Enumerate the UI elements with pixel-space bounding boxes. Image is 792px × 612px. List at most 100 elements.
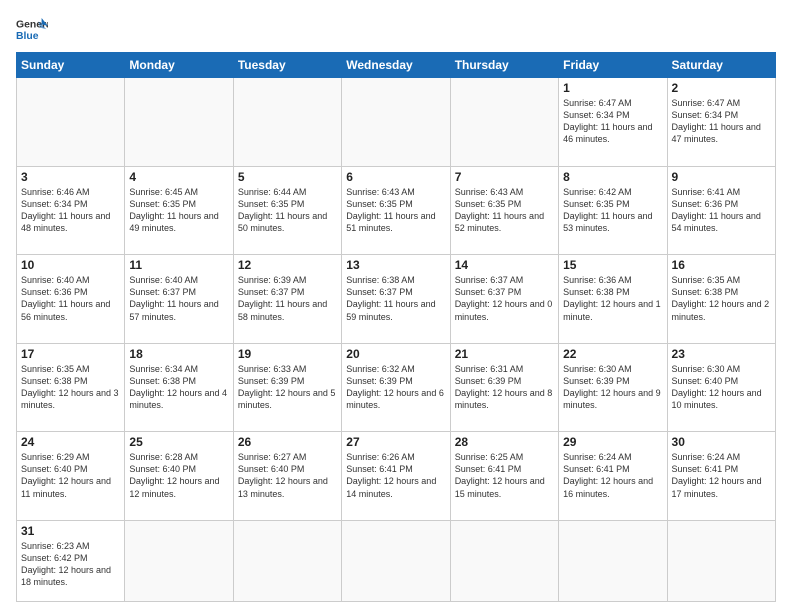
day-info: Sunrise: 6:30 AM Sunset: 6:40 PM Dayligh… — [672, 363, 771, 412]
week-row-4: 17Sunrise: 6:35 AM Sunset: 6:38 PM Dayli… — [17, 343, 776, 432]
day-info: Sunrise: 6:29 AM Sunset: 6:40 PM Dayligh… — [21, 451, 120, 500]
calendar-cell: 3 Sunrise: 6:46 AM Sunset: 6:34 PM Daylig… — [17, 166, 125, 255]
calendar-cell: 2 Sunrise: 6:47 AM Sunset: 6:34 PM Daylig… — [667, 78, 775, 167]
page: General Blue SundayMondayTuesdayWednesda… — [0, 0, 792, 612]
day-number: 20 — [346, 347, 445, 361]
calendar-cell: 17Sunrise: 6:35 AM Sunset: 6:38 PM Dayli… — [17, 343, 125, 432]
calendar-cell: 28Sunrise: 6:25 AM Sunset: 6:41 PM Dayli… — [450, 432, 558, 521]
day-info: Sunrise: 6:30 AM Sunset: 6:39 PM Dayligh… — [563, 363, 662, 412]
day-number: 31 — [21, 524, 120, 538]
calendar-cell — [125, 520, 233, 601]
weekday-header-wednesday: Wednesday — [342, 53, 450, 78]
calendar-cell: 19 Sunrise: 6:33 AM Sunset: 6:39 PM Dayli… — [233, 343, 341, 432]
svg-text:Blue: Blue — [16, 31, 39, 42]
day-info: Sunrise: 6:25 AM Sunset: 6:41 PM Dayligh… — [455, 451, 554, 500]
day-info: Sunrise: 6:27 AM Sunset: 6:40 PM Dayligh… — [238, 451, 337, 500]
calendar-cell: 12 Sunrise: 6:39 AM Sunset: 6:37 PM Dayli… — [233, 255, 341, 344]
calendar-cell: 31 Sunrise: 6:23 AM Sunset: 6:42 PM Dayli… — [17, 520, 125, 601]
calendar-cell: 4 Sunrise: 6:45 AM Sunset: 6:35 PM Daylig… — [125, 166, 233, 255]
calendar-cell — [125, 78, 233, 167]
day-info: Sunrise: 6:32 AM Sunset: 6:39 PM Dayligh… — [346, 363, 445, 412]
day-info: Sunrise: 6:40 AM Sunset: 6:36 PM Dayligh… — [21, 274, 120, 323]
day-info: Sunrise: 6:35 AM Sunset: 6:38 PM Dayligh… — [672, 274, 771, 323]
day-number: 22 — [563, 347, 662, 361]
day-info: Sunrise: 6:46 AM Sunset: 6:34 PM Dayligh… — [21, 186, 120, 235]
calendar-cell — [342, 78, 450, 167]
day-info: Sunrise: 6:37 AM Sunset: 6:37 PM Dayligh… — [455, 274, 554, 323]
day-number: 1 — [563, 81, 662, 95]
calendar-cell — [233, 520, 341, 601]
day-number: 19 — [238, 347, 337, 361]
day-info: Sunrise: 6:47 AM Sunset: 6:34 PM Dayligh… — [563, 97, 662, 146]
weekday-header-row: SundayMondayTuesdayWednesdayThursdayFrid… — [17, 53, 776, 78]
day-info: Sunrise: 6:41 AM Sunset: 6:36 PM Dayligh… — [672, 186, 771, 235]
day-info: Sunrise: 6:44 AM Sunset: 6:35 PM Dayligh… — [238, 186, 337, 235]
day-number: 10 — [21, 258, 120, 272]
calendar-cell — [559, 520, 667, 601]
day-number: 11 — [129, 258, 228, 272]
day-info: Sunrise: 6:36 AM Sunset: 6:38 PM Dayligh… — [563, 274, 662, 323]
day-info: Sunrise: 6:38 AM Sunset: 6:37 PM Dayligh… — [346, 274, 445, 323]
day-number: 24 — [21, 435, 120, 449]
calendar-cell: 9Sunrise: 6:41 AM Sunset: 6:36 PM Daylig… — [667, 166, 775, 255]
week-row-1: 1 Sunrise: 6:47 AM Sunset: 6:34 PM Daylig… — [17, 78, 776, 167]
day-number: 16 — [672, 258, 771, 272]
weekday-header-saturday: Saturday — [667, 53, 775, 78]
day-number: 14 — [455, 258, 554, 272]
day-number: 23 — [672, 347, 771, 361]
day-number: 12 — [238, 258, 337, 272]
day-info: Sunrise: 6:45 AM Sunset: 6:35 PM Dayligh… — [129, 186, 228, 235]
calendar-cell — [233, 78, 341, 167]
calendar-cell — [17, 78, 125, 167]
day-info: Sunrise: 6:42 AM Sunset: 6:35 PM Dayligh… — [563, 186, 662, 235]
day-number: 8 — [563, 170, 662, 184]
header: General Blue — [16, 16, 776, 44]
calendar-cell — [450, 520, 558, 601]
day-info: Sunrise: 6:33 AM Sunset: 6:39 PM Dayligh… — [238, 363, 337, 412]
day-number: 18 — [129, 347, 228, 361]
weekday-header-thursday: Thursday — [450, 53, 558, 78]
calendar-cell: 5 Sunrise: 6:44 AM Sunset: 6:35 PM Daylig… — [233, 166, 341, 255]
day-number: 4 — [129, 170, 228, 184]
day-number: 21 — [455, 347, 554, 361]
day-info: Sunrise: 6:26 AM Sunset: 6:41 PM Dayligh… — [346, 451, 445, 500]
day-number: 2 — [672, 81, 771, 95]
day-info: Sunrise: 6:43 AM Sunset: 6:35 PM Dayligh… — [346, 186, 445, 235]
calendar-cell: 16 Sunrise: 6:35 AM Sunset: 6:38 PM Dayli… — [667, 255, 775, 344]
week-row-5: 24 Sunrise: 6:29 AM Sunset: 6:40 PM Dayli… — [17, 432, 776, 521]
day-number: 6 — [346, 170, 445, 184]
weekday-header-friday: Friday — [559, 53, 667, 78]
calendar-cell — [667, 520, 775, 601]
calendar-cell: 24 Sunrise: 6:29 AM Sunset: 6:40 PM Dayli… — [17, 432, 125, 521]
day-number: 5 — [238, 170, 337, 184]
day-number: 15 — [563, 258, 662, 272]
day-info: Sunrise: 6:39 AM Sunset: 6:37 PM Dayligh… — [238, 274, 337, 323]
day-info: Sunrise: 6:34 AM Sunset: 6:38 PM Dayligh… — [129, 363, 228, 412]
weekday-header-tuesday: Tuesday — [233, 53, 341, 78]
day-info: Sunrise: 6:47 AM Sunset: 6:34 PM Dayligh… — [672, 97, 771, 146]
calendar-cell: 27Sunrise: 6:26 AM Sunset: 6:41 PM Dayli… — [342, 432, 450, 521]
calendar-cell: 15 Sunrise: 6:36 AM Sunset: 6:38 PM Dayli… — [559, 255, 667, 344]
calendar-cell: 20 Sunrise: 6:32 AM Sunset: 6:39 PM Dayli… — [342, 343, 450, 432]
day-number: 29 — [563, 435, 662, 449]
calendar-cell: 22 Sunrise: 6:30 AM Sunset: 6:39 PM Dayli… — [559, 343, 667, 432]
calendar-cell: 6 Sunrise: 6:43 AM Sunset: 6:35 PM Daylig… — [342, 166, 450, 255]
day-number: 30 — [672, 435, 771, 449]
day-info: Sunrise: 6:28 AM Sunset: 6:40 PM Dayligh… — [129, 451, 228, 500]
day-info: Sunrise: 6:24 AM Sunset: 6:41 PM Dayligh… — [672, 451, 771, 500]
day-info: Sunrise: 6:31 AM Sunset: 6:39 PM Dayligh… — [455, 363, 554, 412]
calendar-cell: 11Sunrise: 6:40 AM Sunset: 6:37 PM Dayli… — [125, 255, 233, 344]
weekday-header-sunday: Sunday — [17, 53, 125, 78]
day-number: 3 — [21, 170, 120, 184]
calendar-cell: 13 Sunrise: 6:38 AM Sunset: 6:37 PM Dayli… — [342, 255, 450, 344]
calendar-cell: 18 Sunrise: 6:34 AM Sunset: 6:38 PM Dayli… — [125, 343, 233, 432]
day-info: Sunrise: 6:43 AM Sunset: 6:35 PM Dayligh… — [455, 186, 554, 235]
logo: General Blue — [16, 16, 48, 44]
day-number: 26 — [238, 435, 337, 449]
day-number: 13 — [346, 258, 445, 272]
day-info: Sunrise: 6:35 AM Sunset: 6:38 PM Dayligh… — [21, 363, 120, 412]
day-info: Sunrise: 6:23 AM Sunset: 6:42 PM Dayligh… — [21, 540, 120, 589]
calendar-cell: 7Sunrise: 6:43 AM Sunset: 6:35 PM Daylig… — [450, 166, 558, 255]
calendar-cell — [342, 520, 450, 601]
calendar-cell: 30 Sunrise: 6:24 AM Sunset: 6:41 PM Dayli… — [667, 432, 775, 521]
